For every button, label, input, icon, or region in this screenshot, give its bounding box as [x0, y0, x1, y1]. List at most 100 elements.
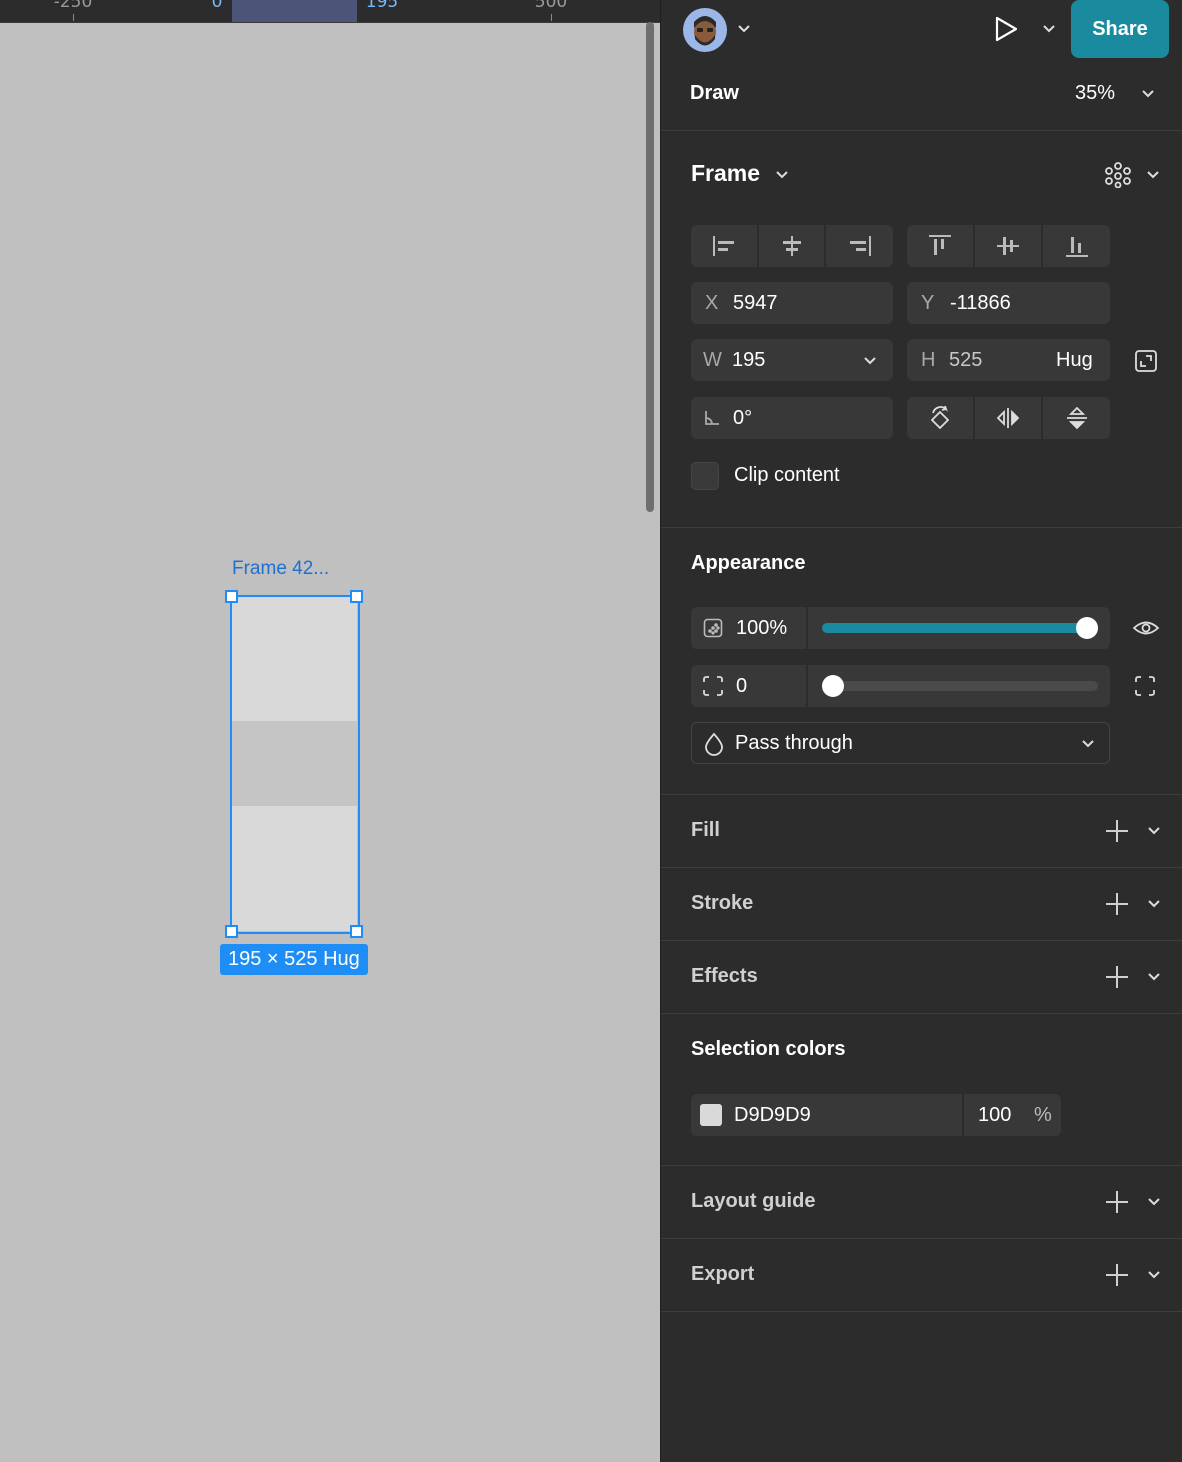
flip-horizontal-button[interactable]	[975, 397, 1043, 439]
add-export-icon[interactable]	[1106, 1264, 1128, 1286]
resize-to-fit-icon[interactable]	[1134, 349, 1158, 373]
rotation-value[interactable]: 0°	[733, 407, 752, 430]
color-hex-value[interactable]: D9D9D9	[734, 1104, 811, 1127]
play-icon[interactable]	[991, 14, 1021, 44]
selection-color-row[interactable]: D9D9D9 100 %	[691, 1094, 1061, 1136]
align-bottom-button[interactable]	[1043, 225, 1110, 267]
field-separator	[962, 1094, 964, 1136]
width-field[interactable]: W 195	[691, 339, 893, 381]
align-left-button[interactable]	[691, 225, 759, 267]
zoom-level[interactable]: 35%	[1075, 82, 1115, 105]
opacity-icon	[703, 618, 723, 638]
resize-handle-top-right[interactable]	[350, 590, 363, 603]
divider	[661, 794, 1182, 795]
divider	[661, 130, 1182, 131]
resize-handle-bottom-left[interactable]	[225, 925, 238, 938]
export-section-title[interactable]: Export	[691, 1263, 754, 1286]
resize-handle-bottom-right[interactable]	[350, 925, 363, 938]
ruler-label: 0	[211, 0, 223, 12]
effects-section-title[interactable]: Effects	[691, 965, 758, 988]
chevron-down-icon[interactable]	[1147, 1268, 1161, 1282]
independent-corners-icon[interactable]	[1134, 675, 1156, 697]
ruler-tick	[551, 14, 552, 21]
chevron-down-icon[interactable]	[775, 168, 789, 182]
divider	[661, 1311, 1182, 1312]
h-value[interactable]: 525	[949, 349, 982, 372]
chevron-down-icon[interactable]	[1146, 168, 1160, 182]
divider	[661, 1165, 1182, 1166]
add-effect-icon[interactable]	[1106, 966, 1128, 988]
divider	[661, 527, 1182, 528]
frame-section-title[interactable]: Frame	[691, 160, 760, 187]
h-label: H	[921, 349, 936, 371]
opacity-slider-handle[interactable]	[1076, 617, 1098, 639]
opacity-slider-fill	[822, 623, 1087, 633]
opacity-value[interactable]: 100%	[736, 617, 787, 640]
chevron-down-icon[interactable]	[1042, 22, 1056, 36]
mode-label[interactable]: Draw	[690, 82, 739, 105]
user-avatar[interactable]	[683, 8, 727, 52]
y-label: Y	[921, 292, 935, 314]
field-separator	[806, 665, 808, 707]
resize-handle-top-left[interactable]	[225, 590, 238, 603]
rotation-field[interactable]: 0°	[691, 397, 893, 439]
chevron-down-icon[interactable]	[1147, 970, 1161, 984]
chevron-down-icon[interactable]	[1141, 87, 1155, 101]
add-layout-guide-icon[interactable]	[1106, 1191, 1128, 1213]
chevron-down-icon[interactable]	[863, 354, 877, 368]
component-icon[interactable]	[1105, 162, 1131, 188]
x-position-field[interactable]: X 5947	[691, 282, 893, 324]
y-value[interactable]: -11866	[950, 292, 1011, 315]
rotation-icon	[703, 409, 721, 427]
color-opacity-unit: %	[1034, 1104, 1052, 1126]
corner-radius-value[interactable]: 0	[736, 675, 747, 698]
y-position-field[interactable]: Y -11866	[907, 282, 1110, 324]
chevron-down-icon	[1081, 737, 1095, 751]
ruler-tick	[73, 14, 74, 21]
w-value[interactable]: 195	[732, 349, 765, 372]
corner-radius-slider-handle[interactable]	[822, 675, 844, 697]
ruler-label: -250	[53, 0, 93, 12]
drop-icon	[704, 732, 724, 756]
layout-guide-section-title[interactable]: Layout guide	[691, 1190, 815, 1213]
rotate-90-button[interactable]	[907, 397, 975, 439]
horizontal-align-group	[691, 225, 893, 267]
color-opacity-value[interactable]: 100	[978, 1104, 1011, 1127]
clip-content-label[interactable]: Clip content	[734, 464, 840, 487]
align-center-horizontal-button[interactable]	[759, 225, 826, 267]
clip-content-checkbox[interactable]	[691, 462, 719, 490]
align-right-button[interactable]	[826, 225, 893, 267]
chevron-down-icon[interactable]	[1147, 824, 1161, 838]
canvas[interactable]: -250 0 195 500 Frame 42... 195 × 525 Hug	[0, 0, 660, 1462]
ruler-selection-range	[232, 0, 357, 22]
field-separator	[806, 607, 808, 649]
corner-radius-slider[interactable]	[822, 675, 1098, 697]
fill-section-title[interactable]: Fill	[691, 819, 720, 842]
appearance-section-title: Appearance	[691, 552, 806, 574]
blend-mode-select[interactable]: Pass through	[691, 722, 1110, 764]
add-fill-icon[interactable]	[1106, 820, 1128, 842]
eye-icon[interactable]	[1132, 615, 1160, 641]
blend-mode-value: Pass through	[735, 732, 853, 754]
corner-radius-row: 0	[691, 665, 1110, 707]
properties-panel: Share Draw 35% Frame X 5947 Y -11866 W 1…	[660, 0, 1182, 1462]
height-field[interactable]: H 525 Hug	[907, 339, 1110, 381]
chevron-down-icon[interactable]	[737, 22, 751, 36]
align-middle-vertical-button[interactable]	[975, 225, 1043, 267]
align-top-button[interactable]	[907, 225, 975, 267]
x-value[interactable]: 5947	[733, 292, 778, 315]
chevron-down-icon[interactable]	[1147, 1195, 1161, 1209]
color-swatch[interactable]	[700, 1104, 722, 1126]
stroke-section-title[interactable]: Stroke	[691, 892, 753, 915]
add-stroke-icon[interactable]	[1106, 893, 1128, 915]
vertical-scrollbar[interactable]	[646, 22, 654, 512]
h-mode-label[interactable]: Hug	[1056, 349, 1093, 372]
opacity-slider[interactable]	[822, 617, 1098, 639]
frame-name-label[interactable]: Frame 42...	[232, 558, 329, 580]
flip-vertical-button[interactable]	[1043, 397, 1110, 439]
share-button[interactable]: Share	[1071, 0, 1169, 58]
selection-outline	[230, 595, 360, 934]
opacity-row: 100%	[691, 607, 1110, 649]
chevron-down-icon[interactable]	[1147, 897, 1161, 911]
divider	[661, 867, 1182, 868]
